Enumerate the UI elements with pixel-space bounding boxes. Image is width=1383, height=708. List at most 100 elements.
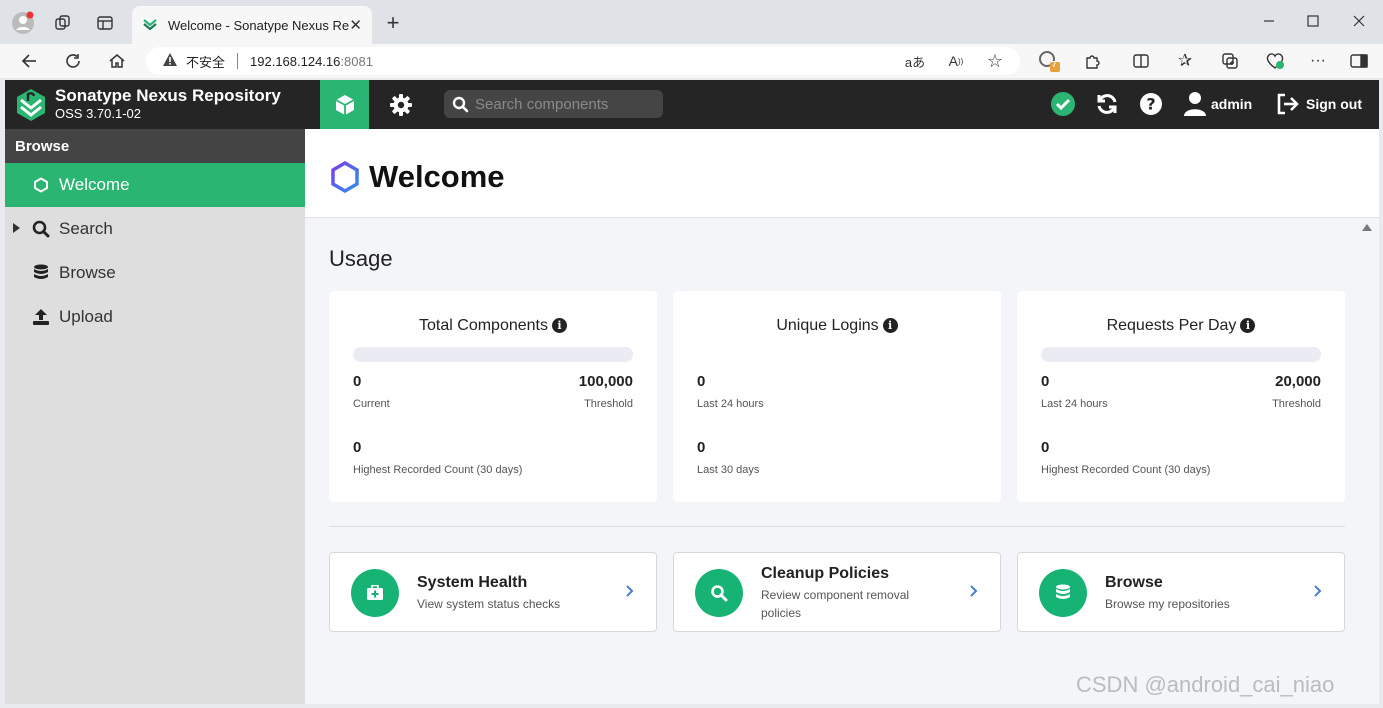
url-port[interactable]: :8081 xyxy=(340,54,373,69)
upload-icon xyxy=(31,307,51,327)
total-components-card: Total Components i 0 Current 100,000 Thre… xyxy=(329,291,657,502)
page-header: Welcome xyxy=(305,129,1379,218)
card-title: Total Components i xyxy=(329,317,657,335)
help-icon[interactable]: ? xyxy=(1138,91,1164,117)
search-icon xyxy=(31,219,51,239)
requests-per-day-card: Requests Per Day i 0 Last 24 hours 20,000… xyxy=(1017,291,1345,502)
highest-count-label: Highest Recorded Count (30 days) xyxy=(353,464,523,476)
cleanup-policies-link[interactable]: Cleanup Policies Review component remova… xyxy=(673,552,1001,632)
sidebar-heading: Browse xyxy=(5,129,305,163)
sidebar-item-browse[interactable]: Browse xyxy=(5,251,305,295)
minimize-icon[interactable] xyxy=(1254,6,1284,36)
browser-essentials-icon[interactable] xyxy=(1260,46,1290,76)
threshold-label: Threshold xyxy=(584,398,633,410)
read-aloud-icon[interactable]: A)) xyxy=(941,46,971,76)
browser-tabstrip: Welcome - Sonatype Nexus Repository ✕ + xyxy=(0,0,1383,44)
address-bar[interactable]: 不安全 192.168.124.16:8081 xyxy=(146,47,1020,75)
highest-count-value: 0 xyxy=(1041,439,1050,456)
user-name[interactable]: admin xyxy=(1211,96,1252,112)
info-icon[interactable]: i xyxy=(882,318,898,334)
close-tab-icon[interactable]: ✕ xyxy=(349,16,362,34)
close-window-icon[interactable] xyxy=(1344,6,1374,36)
extension-badge: 7 xyxy=(1052,60,1057,69)
search-icon xyxy=(452,96,469,112)
browser-toolbar: 不安全 192.168.124.16:8081 aあ A)) ☆ 7 ✰ ··· xyxy=(0,44,1383,78)
sidebar-item-welcome[interactable]: Welcome xyxy=(5,163,305,207)
browse-link[interactable]: Browse Browse my repositories xyxy=(1017,552,1345,632)
card-title: Unique Logins i xyxy=(673,317,1001,335)
tab-actions-icon[interactable] xyxy=(90,8,120,38)
user-icon[interactable] xyxy=(1182,91,1208,117)
url-host[interactable]: 192.168.124.16 xyxy=(250,54,340,69)
app-header: Sonatype Nexus Repository OSS 3.70.1-02 xyxy=(5,80,1379,129)
current-label: Current xyxy=(353,398,390,410)
last-24h-label: Last 24 hours xyxy=(697,398,764,410)
favorites-icon[interactable]: ✰ xyxy=(1170,46,1200,76)
sidebar-toggle-icon[interactable] xyxy=(1344,46,1374,76)
profile-icon[interactable] xyxy=(8,8,38,38)
threshold-label: Threshold xyxy=(1272,398,1321,410)
administration-button[interactable] xyxy=(383,80,419,129)
scroll-up-arrow[interactable] xyxy=(1362,224,1372,231)
split-screen-icon[interactable] xyxy=(1126,46,1156,76)
current-value: 0 xyxy=(353,373,362,390)
components-progress-bar xyxy=(353,347,633,362)
warning-icon[interactable] xyxy=(162,52,178,70)
app-name: Sonatype Nexus Repository xyxy=(55,86,281,105)
hexagon-icon xyxy=(31,175,51,195)
system-status-icon[interactable] xyxy=(1050,91,1076,117)
link-description: View system status checks xyxy=(417,597,561,611)
favorite-star-icon[interactable]: ☆ xyxy=(980,46,1010,76)
svg-text:?: ? xyxy=(1146,95,1155,114)
highest-count-label: Highest Recorded Count (30 days) xyxy=(1041,464,1211,476)
info-icon[interactable]: i xyxy=(551,318,567,334)
translate-icon[interactable]: aあ xyxy=(900,46,930,76)
app-version: OSS 3.70.1-02 xyxy=(55,106,141,121)
main-content: Welcome Usage Total Components i 0 Curren… xyxy=(305,129,1379,704)
sign-out-link[interactable]: Sign out xyxy=(1306,96,1362,112)
last-24h-value: 0 xyxy=(697,373,706,390)
last-30d-value: 0 xyxy=(697,439,706,456)
sidebar-item-upload[interactable]: Upload xyxy=(5,295,305,339)
refresh-icon[interactable] xyxy=(1094,91,1120,117)
browse-mode-button[interactable] xyxy=(320,80,369,129)
threshold-value: 100,000 xyxy=(578,373,633,390)
home-icon[interactable] xyxy=(102,46,132,76)
workspaces-icon[interactable] xyxy=(48,8,78,38)
security-label[interactable]: 不安全 xyxy=(186,52,225,71)
search-input[interactable] xyxy=(475,95,655,113)
extensions-puzzle-icon[interactable] xyxy=(1078,46,1108,76)
page-title: Welcome xyxy=(369,159,505,194)
sidebar-item-search[interactable]: Search xyxy=(5,207,305,251)
system-health-link[interactable]: System Health View system status checks xyxy=(329,552,657,632)
back-icon[interactable] xyxy=(14,46,44,76)
extension-icon[interactable]: 7 xyxy=(1034,46,1064,76)
link-title: Cleanup Policies xyxy=(761,565,890,582)
database-icon xyxy=(31,263,51,283)
search-icon xyxy=(695,569,743,617)
nexus-favicon-icon xyxy=(142,16,158,35)
requests-progress-bar xyxy=(1041,347,1321,362)
current-value: 0 xyxy=(1041,373,1050,390)
brand: Sonatype Nexus Repository OSS 3.70.1-02 xyxy=(55,86,281,122)
current-label: Last 24 hours xyxy=(1041,398,1108,410)
medkit-icon xyxy=(351,569,399,617)
tab-title: Welcome - Sonatype Nexus Repository xyxy=(168,17,350,33)
collections-icon[interactable] xyxy=(1215,46,1245,76)
link-title: Browse xyxy=(1105,574,1163,591)
sonatype-logo-icon xyxy=(15,88,47,122)
maximize-icon[interactable] xyxy=(1298,6,1328,36)
url-separator xyxy=(237,53,239,69)
new-tab-icon[interactable]: + xyxy=(378,8,408,38)
usage-title: Usage xyxy=(329,246,393,271)
sign-out-icon[interactable] xyxy=(1275,91,1301,117)
more-menu-icon[interactable]: ··· xyxy=(1303,46,1333,76)
browser-tab[interactable]: Welcome - Sonatype Nexus Repository ✕ xyxy=(132,6,372,44)
sidebar-item-label: Upload xyxy=(59,307,113,326)
card-title: Requests Per Day i xyxy=(1017,317,1345,335)
search-box[interactable] xyxy=(444,90,663,118)
refresh-icon[interactable] xyxy=(58,46,88,76)
expand-caret-icon[interactable] xyxy=(13,223,20,233)
watermark: CSDN @android_cai_niao xyxy=(1076,672,1335,697)
info-icon[interactable]: i xyxy=(1240,318,1256,334)
